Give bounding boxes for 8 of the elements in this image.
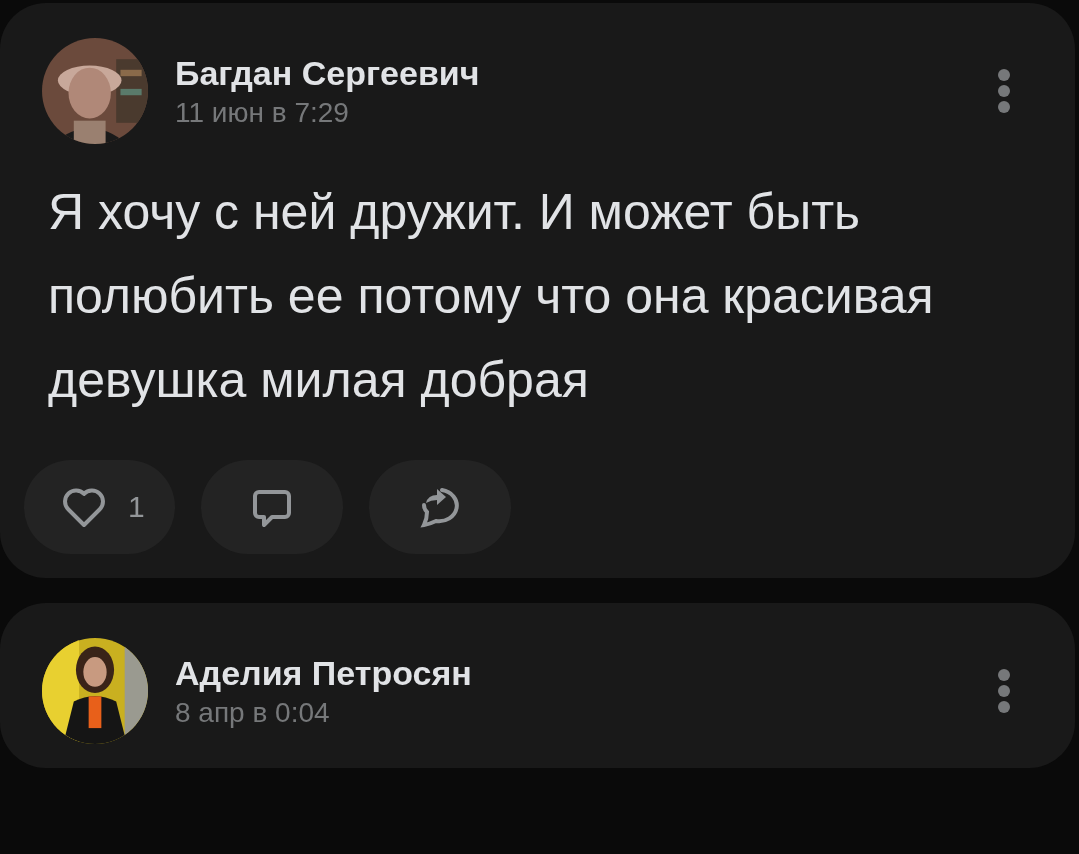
like-button[interactable]: 1 bbox=[24, 460, 175, 554]
author-name[interactable]: Аделия Петросян bbox=[175, 653, 970, 693]
more-icon[interactable] bbox=[997, 668, 1011, 714]
author-name[interactable]: Багдан Сергеевич bbox=[175, 53, 970, 93]
post-date: 8 апр в 0:04 bbox=[175, 696, 331, 729]
more-icon[interactable] bbox=[997, 68, 1011, 114]
post-date: 11 июн в 7:29 bbox=[175, 96, 350, 129]
post-text: Я хочу с ней дружит. И может быть полюбить ее потому что она красивая девушка милая добрая bbox=[48, 183, 935, 410]
